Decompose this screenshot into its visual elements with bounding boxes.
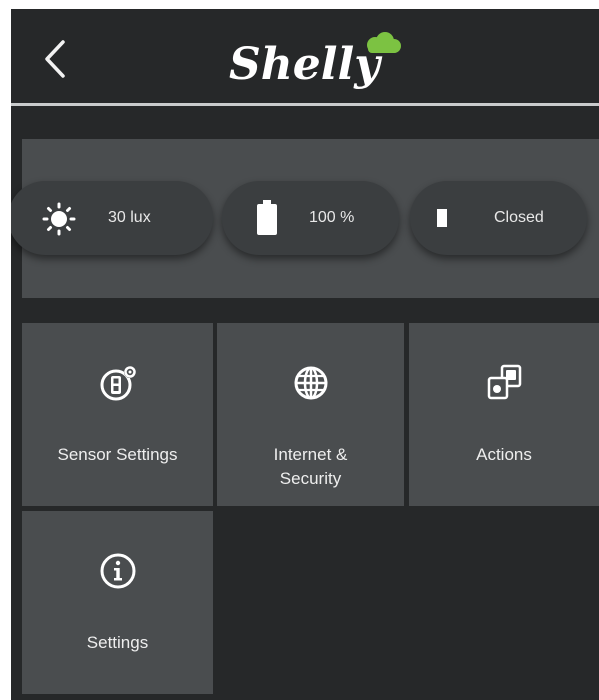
device-screen: Shelly 30 lux 100 % Closed Sensor Settin… (11, 9, 599, 700)
back-button[interactable] (35, 37, 75, 81)
shelly-logo: Shelly (217, 31, 417, 91)
settings-label: Settings (86, 633, 149, 652)
actions-label: Actions (476, 445, 532, 464)
light-status-pill: 30 lux (11, 181, 213, 255)
header-divider (11, 103, 599, 106)
door-value: Closed (494, 209, 544, 226)
info-icon (100, 553, 135, 589)
sun-icon (42, 202, 76, 236)
light-value: 30 lux (108, 209, 151, 226)
actions-tile[interactable]: Actions (409, 323, 599, 506)
sensor-settings-tile[interactable]: Sensor Settings (22, 323, 213, 506)
internet-security-tile[interactable]: Internet & Security (217, 323, 404, 506)
sensor-settings-label: Sensor Settings (57, 445, 178, 464)
battery-value: 100 % (309, 209, 355, 226)
app-header: Shelly (11, 9, 599, 103)
status-panel: 30 lux 100 % Closed (11, 139, 599, 298)
chevron-left-icon (45, 40, 65, 78)
globe-icon (294, 366, 327, 400)
internet-security-label: Internet & Security (273, 445, 348, 488)
battery-icon (257, 200, 277, 235)
actions-icon (487, 364, 522, 400)
door-status-pill: Closed (410, 181, 587, 255)
logo-text: Shelly (229, 39, 383, 90)
settings-tile[interactable]: Settings (22, 511, 213, 694)
sensor-gear-icon (100, 366, 136, 401)
door-icon (437, 209, 447, 227)
battery-status-pill: 100 % (222, 181, 399, 255)
